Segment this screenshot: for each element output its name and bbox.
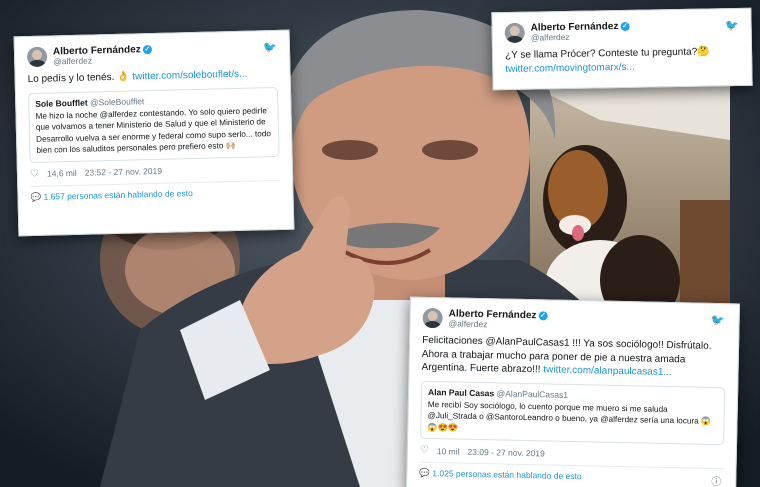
conversation-link[interactable]: 💬 1.025 personas están hablando de esto — [419, 461, 724, 486]
tweet-card-right[interactable]: Alberto Fernández ✓ @alferdez 🐦 ¿Y se lla… — [491, 7, 753, 91]
heart-icon[interactable]: ♡ — [30, 168, 39, 179]
quoted-text: Me hizo la noche @alferdez contestando. … — [35, 105, 271, 156]
likes-count: 14,6 mil — [46, 168, 77, 179]
tweet-text: Lo pedís y lo tenés. 👌 twitter.com/soleb… — [28, 67, 278, 87]
avatar[interactable] — [26, 46, 48, 68]
screenshot-scene: Alberto Fernández ✓ @alferdez 🐦 Lo pedís … — [0, 0, 760, 487]
speech-bubble-icon: 💬 — [30, 191, 42, 202]
info-icon[interactable]: ⓘ — [711, 473, 721, 487]
author-handle[interactable]: @alferdez — [53, 55, 152, 67]
verified-icon: ✓ — [538, 311, 548, 321]
quoted-author: Alan Paul Casas — [427, 386, 495, 399]
quoted-tweet[interactable]: Alan Paul Casas @AlanPaulCasas1 Me recib… — [420, 380, 726, 446]
tweet-text: Felicitaciones @AlanPaulCasas1 !!! Ya so… — [421, 334, 726, 381]
speech-bubble-icon: 💬 — [419, 467, 431, 479]
twitter-bird-icon[interactable]: 🐦 — [711, 314, 725, 327]
conversation-link[interactable]: 💬 1.657 personas están hablando de esto — [30, 179, 281, 203]
tweet-timestamp[interactable]: 23:09 - 27 nov. 2019 — [467, 446, 545, 458]
tweet-card-bottom[interactable]: Alberto Fernández ✓ @alferdez 🐦 Felicitac… — [406, 296, 740, 487]
tweet-body: Lo pedís y lo tenés. 👌 — [27, 71, 130, 86]
tweet-link[interactable]: twitter.com/movingtomarx/s... — [505, 59, 739, 77]
verified-icon: ✓ — [142, 44, 152, 55]
quoted-handle: @SoleBoufflet — [89, 96, 145, 108]
tweet-card-left[interactable]: Alberto Fernández ✓ @alferdez 🐦 Lo pedís … — [13, 29, 295, 237]
likes-count: 10 mil — [436, 445, 460, 457]
verified-icon: ✓ — [620, 21, 630, 31]
quoted-text: Me recibí Soy sociólogo, lo cuento porqu… — [427, 399, 712, 433]
quoted-author: Sole Boufflet — [35, 97, 88, 109]
tweet-link[interactable]: twitter.com/solebouflet/s... — [132, 69, 247, 83]
avatar[interactable] — [504, 22, 525, 44]
tweet-link[interactable]: twitter.com/alanpaulcasas1... — [543, 365, 672, 379]
author-handle[interactable]: @alferdez — [531, 32, 630, 43]
avatar[interactable] — [422, 308, 443, 329]
heart-icon[interactable]: ♡ — [420, 445, 429, 456]
quoted-handle: @AlanPaulCasas1 — [496, 388, 569, 400]
talking-count: 1.657 personas están hablando de esto — [43, 187, 193, 202]
quoted-tweet[interactable]: Sole Boufflet @SoleBoufflet Me hizo la n… — [27, 86, 280, 163]
tweet-text: ¿Y se llama Prócer? Conteste tu pregunta… — [505, 45, 739, 76]
twitter-bird-icon[interactable]: 🐦 — [725, 19, 739, 32]
twitter-bird-icon[interactable]: 🐦 — [263, 41, 277, 54]
talking-count: 1.025 personas están hablando de esto — [432, 468, 582, 482]
tweet-timestamp[interactable]: 23:52 - 27 nov. 2019 — [85, 166, 163, 178]
